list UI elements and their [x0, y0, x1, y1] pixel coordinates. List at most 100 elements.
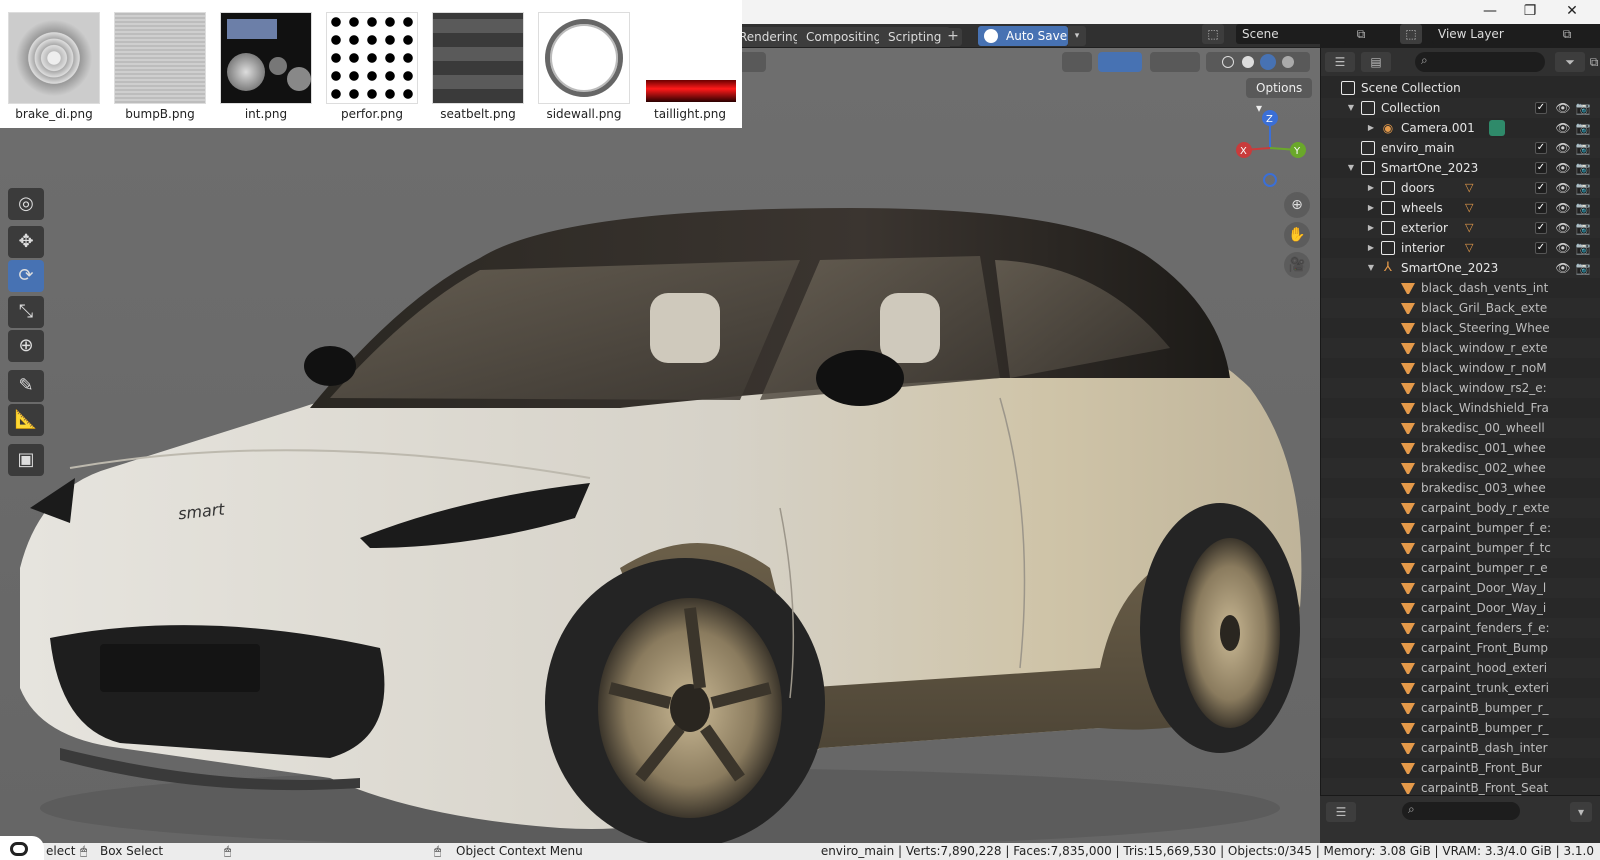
outliner-item-label[interactable]: brakedisc_00_wheell: [1421, 418, 1597, 438]
outliner-row[interactable]: carpaint_Door_Way_i: [1321, 598, 1600, 618]
texture-thumb-bump[interactable]: [114, 12, 206, 104]
camera-view-icon[interactable]: 🎥: [1284, 252, 1310, 278]
outliner-row[interactable]: carpaint_Door_Way_l: [1321, 578, 1600, 598]
outliner-row[interactable]: carpaint_hood_exteri: [1321, 658, 1600, 678]
overlay-toggle-icon[interactable]: [1150, 52, 1200, 72]
close-icon[interactable]: ✕: [1552, 0, 1592, 22]
render-camera-icon[interactable]: 📷: [1575, 218, 1591, 238]
scene-browse-icon[interactable]: ⬚: [1202, 24, 1224, 44]
render-camera-icon[interactable]: 📷: [1575, 118, 1591, 138]
autosave-dropdown-button[interactable]: ▾: [1068, 26, 1086, 46]
render-camera-icon[interactable]: 📷: [1575, 138, 1591, 158]
outliner-row[interactable]: carpaint_bumper_r_e: [1321, 558, 1600, 578]
outliner-row[interactable]: black_dash_vents_int: [1321, 278, 1600, 298]
outliner-item-label[interactable]: enviro_main: [1381, 138, 1531, 158]
restore-icon[interactable]: ❐: [1510, 0, 1550, 22]
new-scene-icon[interactable]: ⧉: [1350, 24, 1372, 44]
filter-icon[interactable]: ⏷: [1555, 52, 1585, 72]
outliner-item-label[interactable]: carpaintB_dash_inter: [1421, 738, 1597, 758]
outliner-row[interactable]: brakedisc_002_whee: [1321, 458, 1600, 478]
add-workspace-button[interactable]: +: [944, 28, 962, 46]
properties-options-icon[interactable]: ▾: [1570, 802, 1592, 822]
outliner-row[interactable]: black_window_rs2_e:: [1321, 378, 1600, 398]
outliner-row[interactable]: ▶ doors ▽ ✓ 👁 📷: [1321, 178, 1600, 198]
exclude-checkbox[interactable]: ✓: [1535, 182, 1547, 194]
outliner-item-label[interactable]: SmartOne_2023: [1401, 258, 1551, 278]
outliner-row[interactable]: carpaint_bumper_f_e:: [1321, 518, 1600, 538]
exclude-checkbox[interactable]: ✓: [1535, 222, 1547, 234]
editor-type-icon[interactable]: ☰: [1325, 52, 1355, 72]
exclude-checkbox[interactable]: ✓: [1535, 242, 1547, 254]
outliner-item-label[interactable]: carpaint_Front_Bump: [1421, 638, 1597, 658]
outliner-item-label[interactable]: black_Windshield_Fra: [1421, 398, 1597, 418]
expand-toggle-icon[interactable]: ▶: [1365, 118, 1377, 138]
shading-mode-icons[interactable]: [1206, 52, 1310, 72]
outliner-item-label[interactable]: carpaint_body_r_exte: [1421, 498, 1597, 518]
outliner-row[interactable]: black_window_r_exte: [1321, 338, 1600, 358]
outliner-item-label[interactable]: brakedisc_003_whee: [1421, 478, 1597, 498]
visibility-eye-icon[interactable]: 👁: [1555, 198, 1571, 218]
outliner-row[interactable]: carpaintB_bumper_r_: [1321, 718, 1600, 738]
outliner-item-label[interactable]: carpaint_bumper_f_tc: [1421, 538, 1597, 558]
expand-toggle-icon[interactable]: ▶: [1365, 198, 1377, 218]
zoom-icon[interactable]: ⊕: [1284, 192, 1310, 218]
outliner-row[interactable]: ▼ Collection ✓ 👁 📷: [1321, 98, 1600, 118]
camera-data-icon[interactable]: [1489, 120, 1505, 136]
outliner-item-label[interactable]: carpaint_fenders_f_e:: [1421, 618, 1597, 638]
render-camera-icon[interactable]: 📷: [1575, 178, 1591, 198]
gizmo-toggle-icon[interactable]: [1098, 52, 1142, 72]
new-view-layer-icon[interactable]: ⧉: [1556, 24, 1578, 44]
visibility-eye-icon[interactable]: 👁: [1555, 178, 1571, 198]
expand-toggle-icon[interactable]: ▼: [1345, 158, 1357, 178]
texture-thumb-perfor[interactable]: [326, 12, 418, 104]
expand-toggle-icon[interactable]: ▶: [1365, 238, 1377, 258]
texture-thumb-int[interactable]: [220, 12, 312, 104]
measure-tool-icon[interactable]: 📐: [8, 404, 44, 436]
outliner-row[interactable]: ▶ exterior ▽ ✓ 👁 📷: [1321, 218, 1600, 238]
expand-toggle-icon[interactable]: ▼: [1365, 258, 1377, 278]
visibility-eye-icon[interactable]: 👁: [1555, 258, 1571, 278]
visibility-eye-icon[interactable]: 👁: [1555, 138, 1571, 158]
render-camera-icon[interactable]: 📷: [1575, 258, 1591, 278]
move-tool-icon[interactable]: ✥: [8, 226, 44, 258]
exclude-checkbox[interactable]: ✓: [1535, 202, 1547, 214]
visibility-eye-icon[interactable]: 👁: [1555, 218, 1571, 238]
axis-gizmo[interactable]: Z Y X: [1230, 108, 1310, 198]
outliner-item-label[interactable]: carpaint_bumper_f_e:: [1421, 518, 1597, 538]
render-camera-icon[interactable]: 📷: [1575, 238, 1591, 258]
texture-thumb-taillight[interactable]: [644, 12, 736, 104]
outliner-row[interactable]: ▼ SmartOne_2023 ✓ 👁 📷: [1321, 158, 1600, 178]
outliner-row[interactable]: carpaintB_dash_inter: [1321, 738, 1600, 758]
texture-thumb-sidewall[interactable]: [538, 12, 630, 104]
outliner-row[interactable]: black_window_r_noM: [1321, 358, 1600, 378]
outliner-row[interactable]: black_Gril_Back_exte: [1321, 298, 1600, 318]
outliner-row[interactable]: enviro_main ✓ 👁 📷: [1321, 138, 1600, 158]
outliner-item-label[interactable]: black_window_r_exte: [1421, 338, 1597, 358]
outliner-item-label[interactable]: black_window_r_noM: [1421, 358, 1597, 378]
visibility-eye-icon[interactable]: 👁: [1555, 98, 1571, 118]
add-cube-tool-icon[interactable]: ▣: [8, 444, 44, 476]
render-camera-icon[interactable]: 📷: [1575, 158, 1591, 178]
visibility-icon[interactable]: [1062, 52, 1092, 72]
expand-toggle-icon[interactable]: ▶: [1365, 178, 1377, 198]
minimize-icon[interactable]: —: [1470, 0, 1510, 22]
outliner-row[interactable]: brakedisc_001_whee: [1321, 438, 1600, 458]
visibility-eye-icon[interactable]: 👁: [1555, 118, 1571, 138]
outliner-row[interactable]: ▼ ⅄ SmartOne_2023 👁 📷: [1321, 258, 1600, 278]
autosave-toggle[interactable]: Auto Save: [978, 26, 1068, 46]
render-camera-icon[interactable]: 📷: [1575, 98, 1591, 118]
pan-hand-icon[interactable]: ✋: [1284, 222, 1310, 248]
tab-compositing[interactable]: Compositing: [797, 27, 891, 47]
texture-thumb-seatbelt[interactable]: [432, 12, 524, 104]
outliner-row[interactable]: carpaint_Front_Bump: [1321, 638, 1600, 658]
outliner-row[interactable]: carpaint_fenders_f_e:: [1321, 618, 1600, 638]
tab-scripting[interactable]: Scripting: [879, 27, 951, 47]
outliner-item-label[interactable]: carpaint_Door_Way_l: [1421, 578, 1597, 598]
exclude-checkbox[interactable]: ✓: [1535, 102, 1547, 114]
cursor-tool-icon[interactable]: ◎: [8, 188, 44, 220]
properties-search-input[interactable]: ⌕: [1402, 802, 1520, 820]
view-layer-field[interactable]: View Layer: [1432, 24, 1552, 44]
outliner-item-label[interactable]: carpaintB_Front_Bur: [1421, 758, 1597, 778]
outliner-item-label[interactable]: carpaint_Door_Way_i: [1421, 598, 1597, 618]
viewport-options-button[interactable]: Options ▾: [1246, 78, 1312, 115]
